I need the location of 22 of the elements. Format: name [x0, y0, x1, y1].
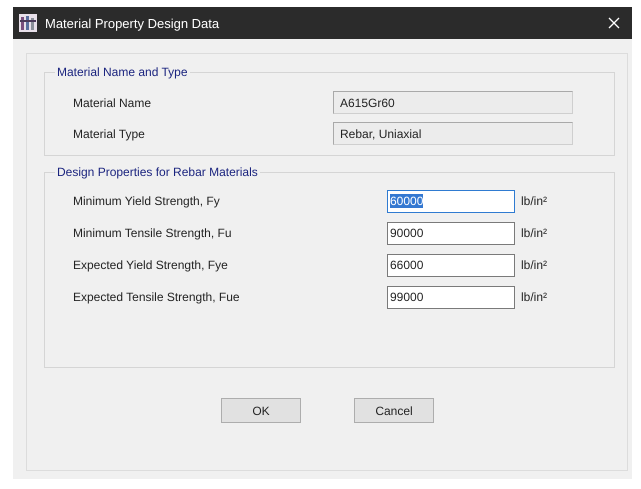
window-title: Material Property Design Data — [45, 16, 220, 30]
input-field[interactable]: 90000 — [387, 222, 515, 244]
dialog-button[interactable]: Cancel — [354, 398, 434, 423]
field-label: Material Type — [73, 126, 146, 140]
field-label: Expected Tensile Strength, Fue — [73, 290, 241, 304]
unit-label: lb/in² — [521, 258, 548, 272]
group-title: Design Properties for Rebar Materials — [55, 165, 260, 179]
input-field[interactable]: 99000 — [387, 286, 515, 308]
field-label: Minimum Tensile Strength, Fu — [73, 226, 233, 240]
group-title: Material Name and Type — [55, 65, 190, 79]
dialog-button[interactable]: OK — [221, 398, 301, 423]
field-label: Minimum Yield Strength, Fy — [73, 194, 221, 208]
unit-label: lb/in² — [521, 194, 548, 208]
unit-label: lb/in² — [521, 290, 548, 304]
app-icon — [19, 14, 37, 32]
field-label: Material Name — [73, 96, 152, 110]
readonly-field: Rebar, Uniaxial — [333, 122, 573, 145]
readonly-field: A615Gr60 — [333, 91, 573, 114]
unit-label: lb/in² — [521, 226, 548, 240]
field-label: Expected Yield Strength, Fye — [73, 258, 229, 272]
input-field[interactable]: 60000 — [387, 190, 515, 212]
input-field[interactable]: 66000 — [387, 254, 515, 276]
